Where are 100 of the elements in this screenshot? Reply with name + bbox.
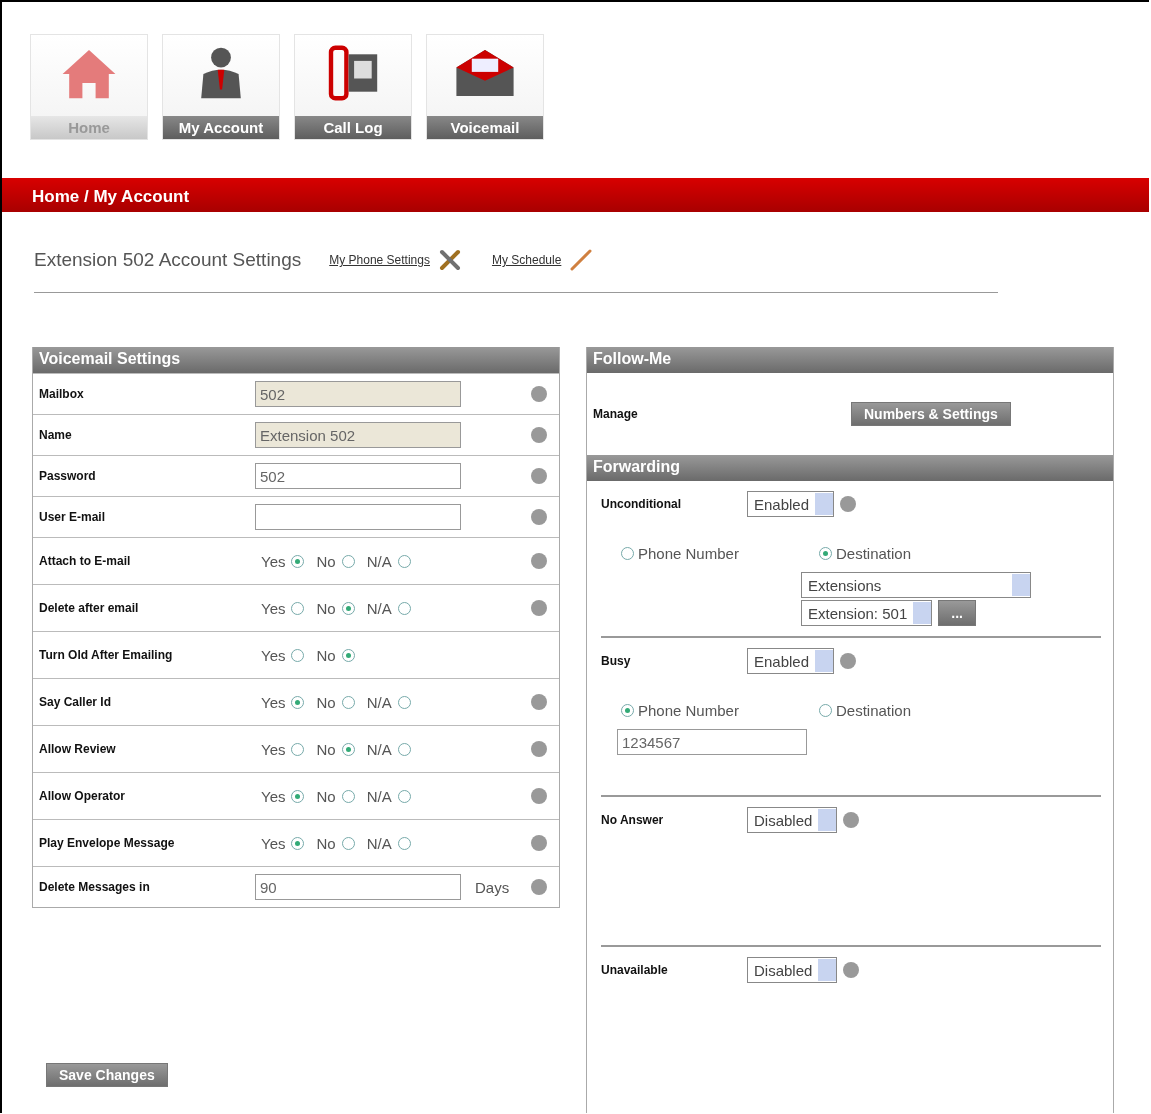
field-label: Unavailable [601, 963, 669, 977]
dropdown[interactable]: Extensions [801, 572, 1031, 598]
panel-header: Follow-Me [587, 347, 1113, 373]
radio-button[interactable] [341, 789, 355, 803]
field-label: Play Envelope Message [39, 836, 176, 850]
option-label: No [316, 599, 336, 617]
link[interactable]: My Phone Settings [329, 253, 430, 267]
radio-button[interactable] [341, 601, 355, 615]
radio-button[interactable] [397, 695, 411, 709]
help-icon[interactable] [531, 427, 547, 443]
radio-button[interactable] [397, 742, 411, 756]
option-label: N/A [366, 740, 392, 758]
field-label: Delete after email [39, 601, 140, 615]
radio-button[interactable] [621, 547, 634, 560]
option-label: Phone Number [638, 545, 739, 562]
phone-field[interactable]: 1234567 [617, 729, 807, 755]
option-label: Yes [261, 787, 286, 805]
numbers-settings-button[interactable]: Numbers & Settings [851, 402, 1011, 426]
field-label: Attach to E-mail [39, 554, 132, 568]
option-label: No [316, 646, 336, 664]
help-icon[interactable] [840, 653, 857, 669]
field-label: Unconditional [601, 497, 682, 511]
pencil-icon [569, 248, 594, 272]
panel-header: Forwarding [587, 455, 1113, 481]
dropdown[interactable]: Disabled [747, 807, 838, 833]
radio-button[interactable] [291, 695, 305, 709]
option-label: N/A [366, 599, 392, 617]
dropdown[interactable]: Enabled [747, 648, 835, 674]
dropdown[interactable]: Disabled [747, 957, 838, 983]
help-icon[interactable] [531, 468, 547, 484]
radio-button[interactable] [397, 789, 411, 803]
radio-button[interactable] [341, 554, 355, 568]
radio-button[interactable] [341, 742, 355, 756]
radio-button[interactable] [397, 836, 411, 850]
field-label: Say Caller Id [39, 695, 113, 709]
text-field[interactable]: 90 [255, 874, 461, 900]
radio-button[interactable] [291, 648, 305, 662]
option-label: No [316, 834, 336, 852]
radio-button[interactable] [291, 554, 305, 568]
option-label: Yes [261, 646, 286, 664]
option-label: No [316, 787, 336, 805]
option-label: No [316, 740, 336, 758]
text-field[interactable]: 502 [255, 381, 461, 407]
link[interactable]: My Schedule [491, 253, 562, 267]
unit-label: Days [475, 878, 510, 896]
nav-tile[interactable]: Call Log [294, 34, 412, 140]
help-icon[interactable] [531, 879, 547, 895]
field-label: User E-mail [39, 510, 107, 524]
radio-button[interactable] [291, 601, 305, 615]
text-field[interactable]: 502 [255, 463, 461, 489]
radio-button[interactable] [397, 554, 411, 568]
field-label: Turn Old After Emailing [39, 648, 174, 662]
help-icon[interactable] [531, 509, 547, 525]
text-field[interactable] [255, 504, 461, 530]
radio-button[interactable] [291, 836, 305, 850]
text-field[interactable]: Extension 502 [255, 422, 461, 448]
radio-button[interactable] [819, 704, 832, 717]
option-label: N/A [366, 787, 392, 805]
field-label: Password [39, 469, 97, 483]
radio-button[interactable] [291, 742, 305, 756]
help-icon[interactable] [531, 553, 547, 569]
radio-button[interactable] [291, 789, 305, 803]
help-icon[interactable] [843, 962, 860, 978]
option-label: Yes [261, 693, 286, 711]
help-icon[interactable] [531, 386, 547, 402]
nav-tile[interactable]: Voicemail [426, 34, 544, 140]
radio-button[interactable] [341, 836, 355, 850]
option-label: Destination [836, 702, 912, 719]
field-label: No Answer [601, 813, 665, 827]
dropdown[interactable]: Extension: 501 [801, 600, 933, 626]
help-icon[interactable] [531, 600, 547, 616]
field-label: Delete Messages in [39, 880, 151, 894]
help-icon[interactable] [843, 812, 860, 828]
help-icon[interactable] [531, 788, 547, 804]
radio-button[interactable] [341, 648, 355, 662]
option-label: No [316, 693, 336, 711]
help-icon[interactable] [840, 496, 857, 512]
option-label: N/A [366, 552, 392, 570]
help-icon[interactable] [531, 835, 547, 851]
option-label: Phone Number [638, 702, 739, 719]
option-label: Yes [261, 599, 286, 617]
dropdown[interactable]: Enabled [747, 491, 835, 517]
help-icon[interactable] [531, 694, 547, 710]
radio-button[interactable] [819, 547, 832, 560]
option-label: Destination [836, 545, 912, 562]
option-label: Yes [261, 740, 286, 758]
radio-button[interactable] [397, 601, 411, 615]
page-title: Extension 502 Account Settings [34, 249, 302, 271]
option-label: No [316, 552, 336, 570]
more-button[interactable]: ... [938, 600, 976, 626]
option-label: Yes [261, 834, 286, 852]
radio-button[interactable] [341, 695, 355, 709]
save-button[interactable]: Save Changes [46, 1063, 168, 1087]
field-label: Mailbox [39, 387, 85, 401]
radio-button[interactable] [621, 704, 634, 717]
option-label: Yes [261, 552, 286, 570]
nav-tile[interactable]: My Account [162, 34, 280, 140]
field-label: Name [39, 428, 73, 442]
field-label: Busy [601, 654, 632, 668]
help-icon[interactable] [531, 741, 547, 757]
